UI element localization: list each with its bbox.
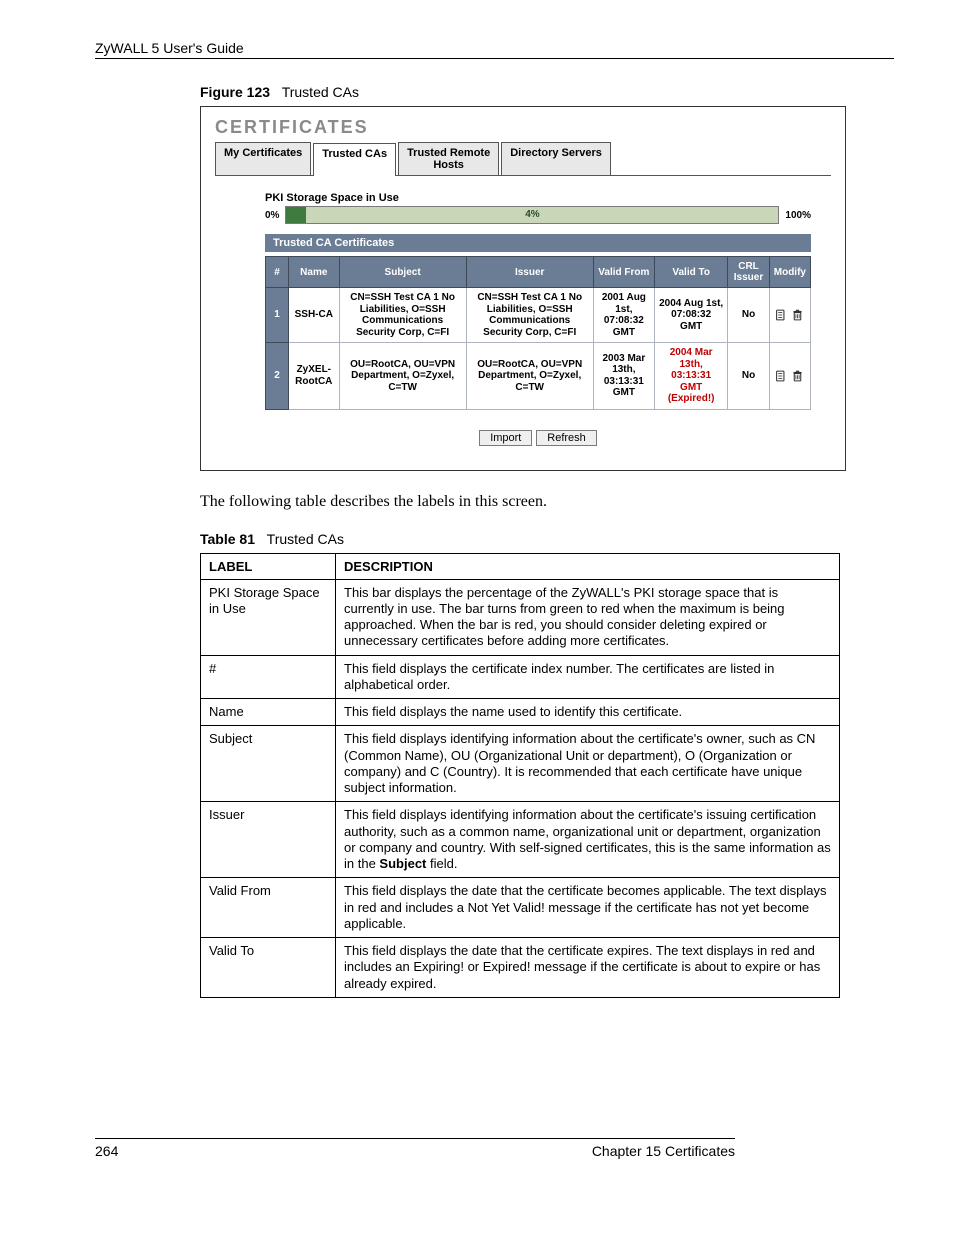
desc-label: Valid From (201, 878, 336, 938)
desc-head-description: DESCRIPTION (336, 553, 840, 579)
pki-zero-label: 0% (265, 210, 279, 221)
cell-crl: No (728, 288, 769, 343)
panel-body: PKI Storage Space in Use 0% 4% 100% Trus… (215, 176, 831, 456)
cell-valid-from: 2001 Aug 1st, 07:08:32 GMT (593, 288, 654, 343)
cell-name: SSH-CA (289, 288, 340, 343)
panel-title: CERTIFICATES (215, 117, 831, 138)
trusted-ca-section-title: Trusted CA Certificates (265, 234, 811, 252)
table-row: NameThis field displays the name used to… (201, 699, 840, 726)
desc-text: This field displays the date that the ce… (336, 878, 840, 938)
col-issuer: Issuer (466, 257, 593, 288)
cell-issuer: OU=RootCA, OU=VPN Department, O=Zyxel, C… (466, 343, 593, 410)
cell-index: 1 (266, 288, 289, 343)
cell-modify (769, 343, 810, 410)
tab-my-certificates[interactable]: My Certificates (215, 142, 311, 175)
tab-directory-servers[interactable]: Directory Servers (501, 142, 611, 175)
figure-caption: Figure 123 Trusted CAs (200, 84, 894, 100)
table-caption: Table 81 Trusted CAs (200, 531, 894, 547)
chapter-label: Chapter 15 Certificates (592, 1143, 735, 1159)
table-row: Valid ToThis field displays the date tha… (201, 938, 840, 998)
desc-text: This field displays the date that the ce… (336, 938, 840, 998)
table-row: #This field displays the certificate ind… (201, 655, 840, 699)
table-row: IssuerThis field displays identifying in… (201, 802, 840, 878)
col-crl-issuer: CRL Issuer (728, 257, 769, 288)
table-row: 2ZyXEL-RootCAOU=RootCA, OU=VPN Departmen… (266, 343, 811, 410)
pki-storage-label: PKI Storage Space in Use (265, 192, 811, 204)
desc-label: Valid To (201, 938, 336, 998)
col-name: Name (289, 257, 340, 288)
pki-hundred-label: 100% (785, 210, 811, 221)
tab-label-line1: Trusted Remote (407, 147, 490, 159)
intro-text: The following table describes the labels… (200, 493, 840, 511)
screenshot-panel: CERTIFICATES My Certificates Trusted CAs… (200, 106, 846, 471)
tab-trusted-cas[interactable]: Trusted CAs (313, 143, 396, 176)
col-subject: Subject (339, 257, 466, 288)
import-button[interactable]: Import (479, 430, 532, 446)
pki-storage-bar: 4% (285, 206, 779, 224)
col-valid-from: Valid From (593, 257, 654, 288)
tab-bar: My Certificates Trusted CAs Trusted Remo… (215, 142, 831, 176)
pki-storage-fill (286, 207, 306, 223)
desc-text: This bar displays the percentage of the … (336, 579, 840, 655)
pki-storage-bar-row: 0% 4% 100% (265, 206, 811, 224)
edit-icon[interactable] (775, 371, 788, 382)
table-row: PKI Storage Space in UseThis bar display… (201, 579, 840, 655)
table-row: SubjectThis field displays identifying i… (201, 726, 840, 802)
cell-subject: OU=RootCA, OU=VPN Department, O=Zyxel, C… (339, 343, 466, 410)
cell-crl: No (728, 343, 769, 410)
desc-text: This field displays identifying informat… (336, 802, 840, 878)
cell-valid-from: 2003 Mar 13th, 03:13:31 GMT (593, 343, 654, 410)
page-number: 264 (95, 1143, 118, 1159)
cell-valid-to: 2004 Aug 1st, 07:08:32 GMT (655, 288, 728, 343)
cell-name: ZyXEL-RootCA (289, 343, 340, 410)
description-table: LABEL DESCRIPTION PKI Storage Space in U… (200, 553, 840, 998)
tab-trusted-remote-hosts[interactable]: Trusted Remote Hosts (398, 142, 499, 175)
pki-storage-percent: 4% (525, 207, 539, 223)
desc-label: Subject (201, 726, 336, 802)
delete-icon[interactable] (791, 371, 804, 382)
cell-issuer: CN=SSH Test CA 1 No Liabilities, O=SSH C… (466, 288, 593, 343)
edit-icon[interactable] (775, 310, 788, 321)
desc-text: This field displays identifying informat… (336, 726, 840, 802)
desc-label: PKI Storage Space in Use (201, 579, 336, 655)
table-row: Valid FromThis field displays the date t… (201, 878, 840, 938)
refresh-button[interactable]: Refresh (536, 430, 597, 446)
figure-title: Trusted CAs (282, 84, 359, 100)
cell-modify (769, 288, 810, 343)
delete-icon[interactable] (791, 310, 804, 321)
cell-subject: CN=SSH Test CA 1 No Liabilities, O=SSH C… (339, 288, 466, 343)
action-buttons: Import Refresh (265, 428, 811, 446)
cell-valid-to: 2004 Mar 13th, 03:13:31 GMT (Expired!) (655, 343, 728, 410)
figure-number: Figure 123 (200, 84, 270, 100)
table-title: Trusted CAs (267, 531, 344, 547)
trusted-ca-table: # Name Subject Issuer Valid From Valid T… (265, 256, 811, 410)
col-modify: Modify (769, 257, 810, 288)
col-valid-to: Valid To (655, 257, 728, 288)
table-row: 1SSH-CACN=SSH Test CA 1 No Liabilities, … (266, 288, 811, 343)
guide-title: ZyWALL 5 User's Guide (95, 40, 244, 56)
desc-text: This field displays the name used to ide… (336, 699, 840, 726)
cell-index: 2 (266, 343, 289, 410)
col-index: # (266, 257, 289, 288)
tab-label-line2: Hosts (407, 159, 490, 171)
table-number: Table 81 (200, 531, 255, 547)
page-header: ZyWALL 5 User's Guide (95, 40, 894, 59)
desc-text: This field displays the certificate inde… (336, 655, 840, 699)
desc-label: Name (201, 699, 336, 726)
desc-label: # (201, 655, 336, 699)
desc-label: Issuer (201, 802, 336, 878)
desc-head-label: LABEL (201, 553, 336, 579)
page-footer: 264 Chapter 15 Certificates (95, 1138, 735, 1159)
